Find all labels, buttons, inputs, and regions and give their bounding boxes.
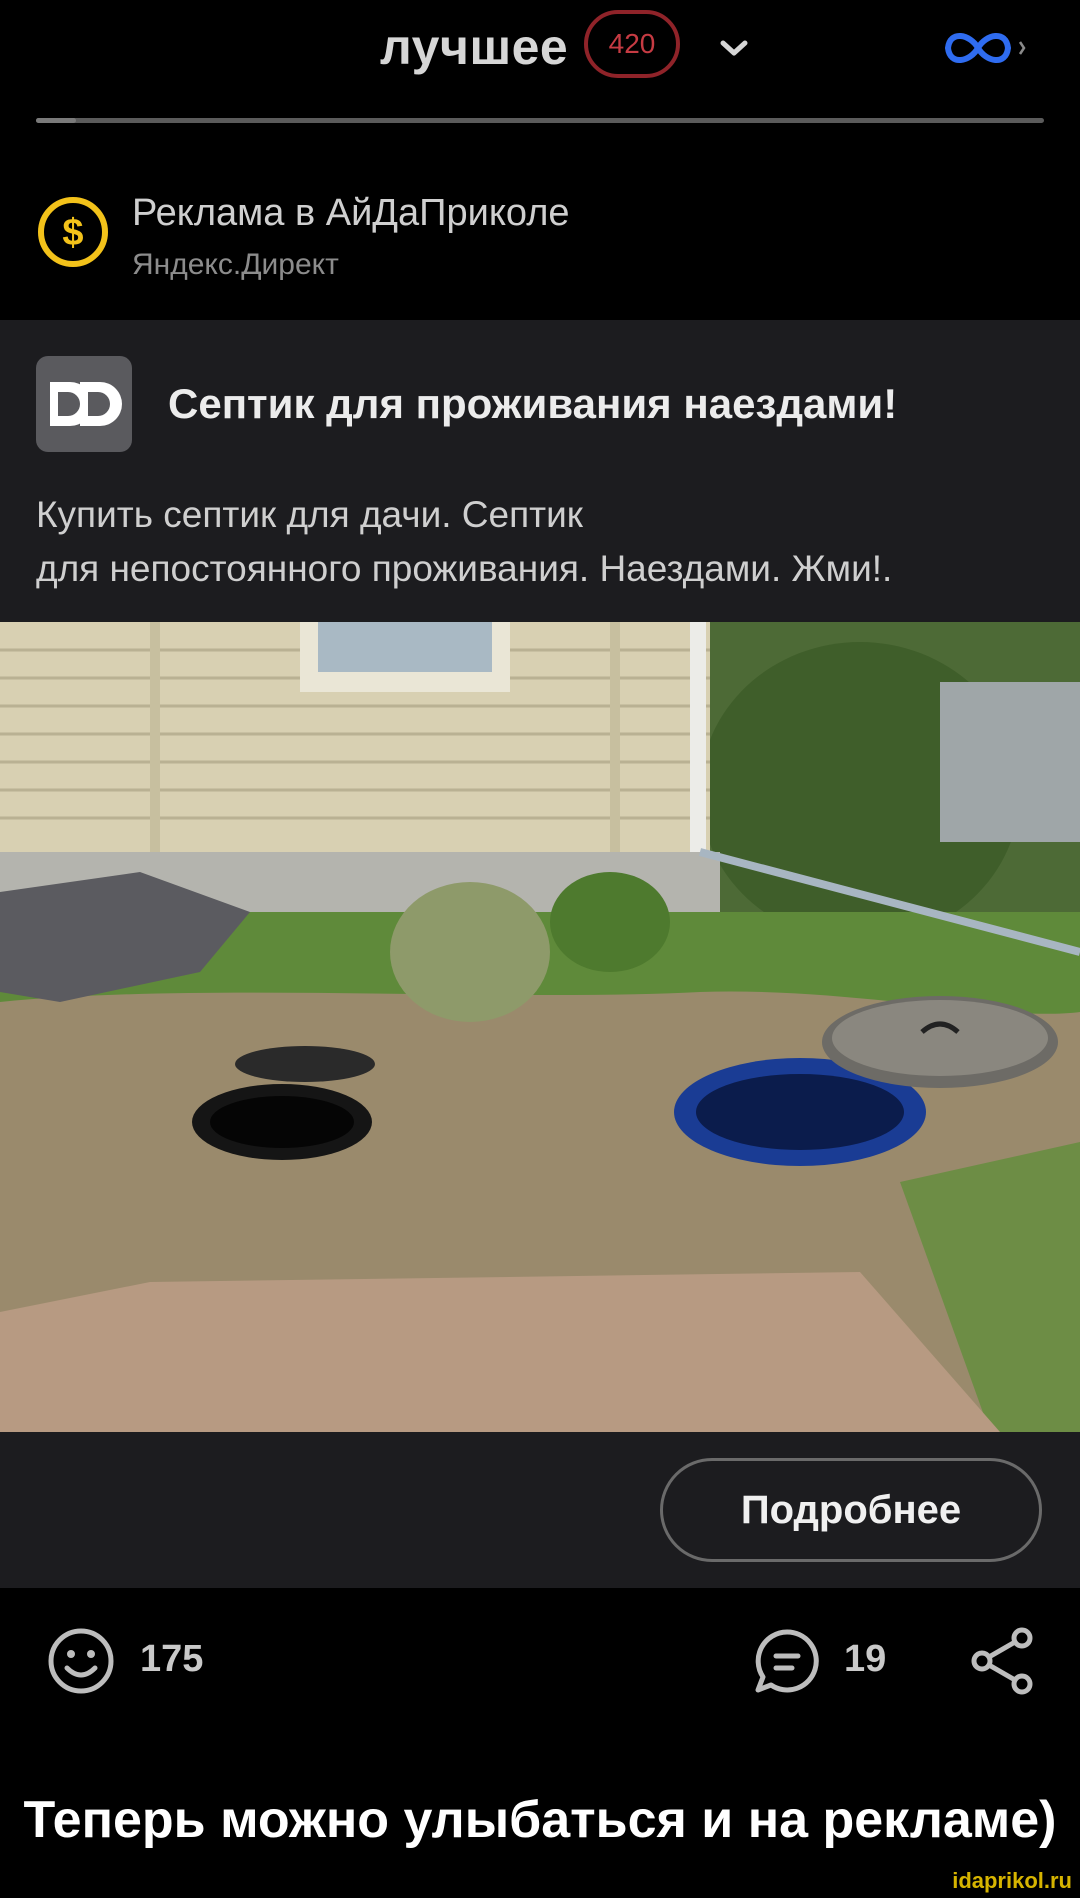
top-bar: лучшее 420 <box>0 0 1080 130</box>
infinity-icon[interactable] <box>940 20 1030 76</box>
logo-mark-icon <box>50 382 122 426</box>
watermark: idaprikol.ru <box>952 1868 1072 1893</box>
smile-icon[interactable] <box>46 1626 116 1696</box>
advertiser-logo <box>36 356 132 452</box>
ad-label: Реклама в АйДаПриколе <box>132 192 570 234</box>
ad-source: Яндекс.Директ <box>132 248 339 281</box>
ad-description: Купить септик для дачи. Септик для непос… <box>36 494 893 589</box>
chevron-down-icon[interactable] <box>718 36 750 60</box>
ad-post-header: $ Реклама в АйДаПриколе Яндекс.Директ <box>0 180 1080 300</box>
new-posts-count-badge[interactable]: 420 <box>584 10 680 78</box>
like-count: 175 <box>140 1638 204 1680</box>
feed-progress-bar <box>36 118 1044 123</box>
comment-icon[interactable] <box>752 1626 822 1696</box>
more-details-button[interactable]: Подробнее <box>660 1458 1042 1562</box>
meme-caption: Теперь можно улыбаться и на рекламе) <box>23 1791 1057 1849</box>
feed-progress-fill <box>36 118 77 123</box>
feed-selector-title[interactable]: лучшее <box>380 18 568 76</box>
ad-photo[interactable] <box>0 622 1080 1432</box>
dollar-icon: $ <box>38 197 108 267</box>
post-actions-bar: 175 19 <box>0 1600 1080 1730</box>
svg-text:$: $ <box>62 212 83 254</box>
ad-headline[interactable]: Септик для проживания наездами! <box>168 380 897 428</box>
comment-count: 19 <box>844 1638 887 1680</box>
septic-photo-image <box>0 622 1080 1432</box>
share-icon[interactable] <box>968 1626 1038 1696</box>
ad-card[interactable]: Септик для проживания наездами! Купить с… <box>0 320 1080 1588</box>
